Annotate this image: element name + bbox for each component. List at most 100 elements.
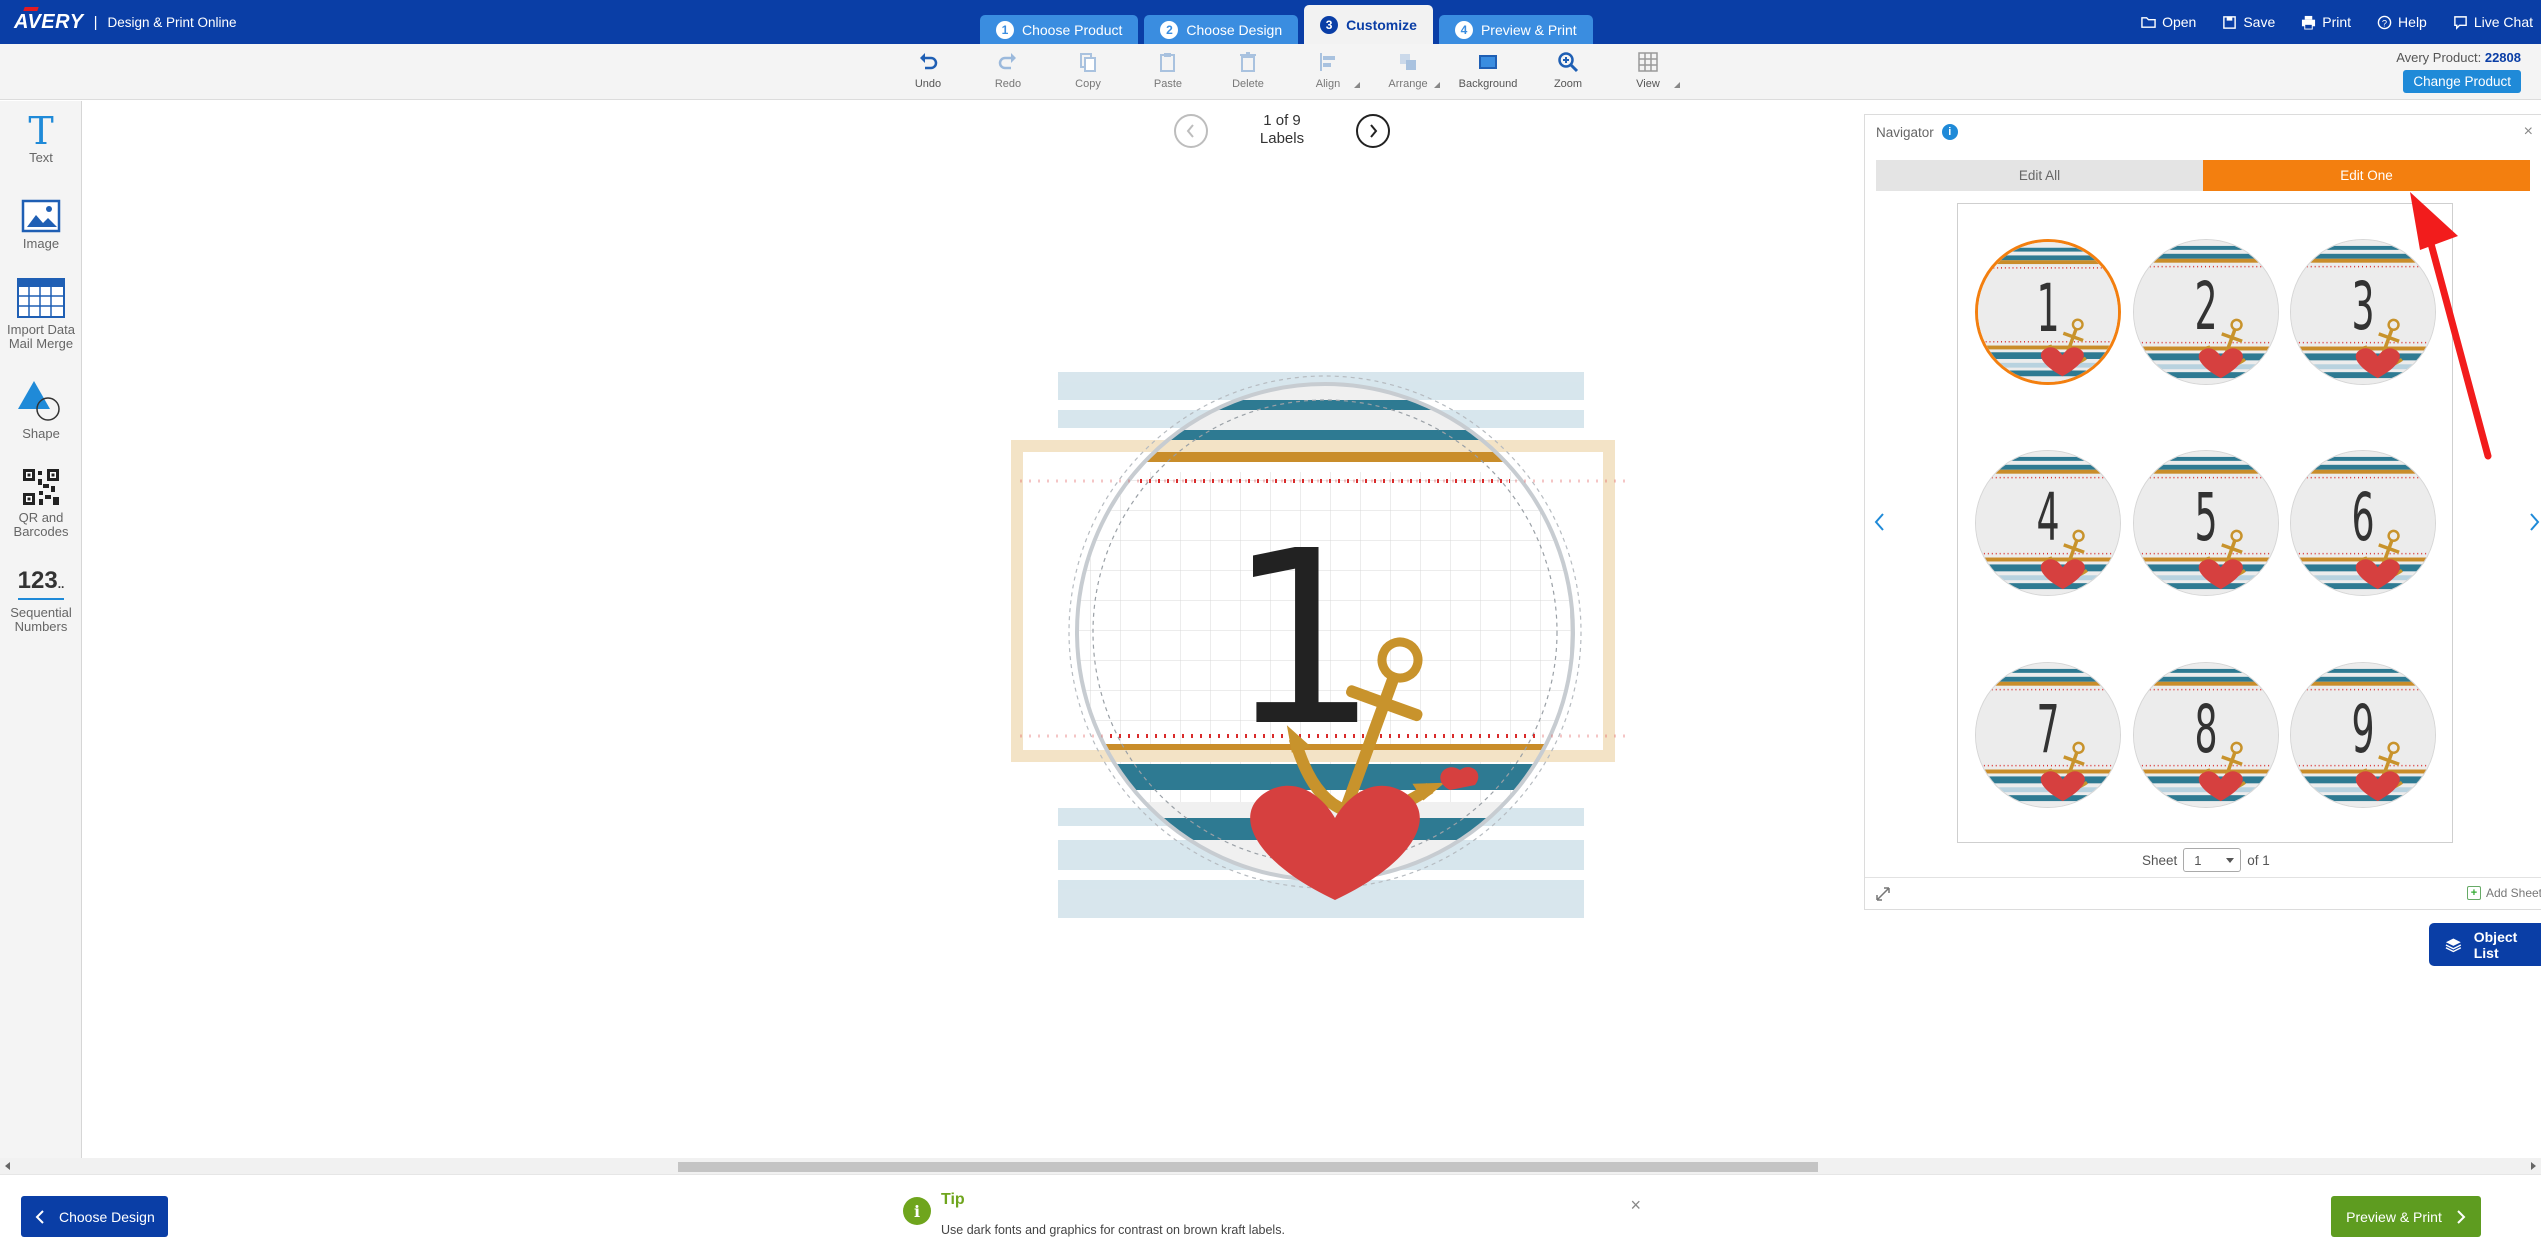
step-label: Customize (1346, 16, 1417, 33)
label-thumbnail[interactable]: 1 (1975, 239, 2121, 385)
object-list-button[interactable]: Object List (2429, 923, 2541, 966)
text-tool[interactable]: T Text (0, 113, 82, 165)
info-icon[interactable]: i (1941, 124, 1958, 140)
qr-label-1: QR and (18, 510, 64, 525)
scroll-right-icon[interactable] (2531, 1162, 2536, 1170)
label-thumbnail[interactable]: 5 (2133, 450, 2279, 596)
tab-edit-all[interactable]: Edit All (1876, 160, 2203, 191)
tab-customize[interactable]: 3 Customize (1304, 5, 1433, 44)
add-sheet-button[interactable]: + Add Sheet (2466, 886, 2541, 900)
dropdown-corner-icon (1434, 82, 1440, 88)
sheet-select[interactable]: 1 (2183, 848, 2242, 872)
preview-label: Preview & Print (2346, 1208, 2442, 1225)
label-thumbnail[interactable]: 6 (2290, 450, 2436, 596)
thumbnail-number: 4 (2036, 479, 2060, 556)
thumbnail-number: 2 (2194, 268, 2218, 345)
open-button[interactable]: Open (2141, 14, 2196, 30)
view-button[interactable]: View (1608, 50, 1688, 90)
thumbnail-number: 9 (2351, 691, 2375, 768)
label-canvas[interactable]: 1 (1000, 360, 1650, 920)
copy-icon (1080, 53, 1096, 72)
redo-icon (998, 53, 1016, 70)
label-thumbnail[interactable]: 8 (2133, 662, 2279, 808)
background-icon (1479, 55, 1497, 69)
help-button[interactable]: ? Help (2377, 14, 2427, 30)
open-label: Open (2162, 14, 2197, 30)
close-icon[interactable]: × (2524, 123, 2533, 141)
avery-logo[interactable]: AVERY | Design & Print Online (14, 7, 237, 34)
undo-button[interactable]: Undo (888, 50, 968, 90)
close-icon[interactable]: × (1630, 1195, 1641, 1216)
product-number: 22808 (2484, 50, 2521, 65)
label-thumbnail[interactable]: 7 (1975, 662, 2121, 808)
tab-choose-design[interactable]: 2 Choose Design (1144, 15, 1299, 44)
label-design[interactable]: 1 (1000, 360, 1650, 920)
thumbnail-number: 5 (2194, 479, 2218, 556)
align-label: Align (1315, 78, 1341, 90)
step-label: Choose Product (1022, 21, 1123, 38)
label-number-text[interactable]: 1 (1227, 499, 1380, 779)
product-line: Avery Product: 22808 (2396, 50, 2521, 65)
step-number: 4 (1454, 20, 1473, 39)
choose-design-button[interactable]: Choose Design (21, 1196, 168, 1237)
import-label-1: Import Data (7, 322, 75, 337)
copy-button[interactable]: Copy (1048, 50, 1128, 90)
tab-preview-print[interactable]: 4 Preview & Print (1438, 15, 1593, 44)
print-button[interactable]: Print (2301, 14, 2351, 30)
label-thumbnail[interactable]: 2 (2133, 239, 2279, 385)
redo-button[interactable]: Redo (968, 50, 1048, 90)
paste-button[interactable]: Paste (1128, 50, 1208, 90)
next-label-button[interactable] (1356, 114, 1390, 148)
align-button[interactable]: Align (1288, 50, 1368, 90)
printer-icon (2302, 15, 2316, 30)
chat-icon (2454, 15, 2467, 30)
image-tool[interactable]: Image (0, 199, 82, 251)
horizontal-scrollbar[interactable] (0, 1158, 2541, 1174)
thumbnail-number: 1 (2036, 270, 2060, 347)
chevron-right-icon (1370, 124, 1378, 138)
arrange-button[interactable]: Arrange (1368, 50, 1448, 90)
sequential-glyph: 123 (17, 567, 58, 594)
previous-label-button[interactable] (1174, 114, 1208, 148)
step-number: 3 (1320, 15, 1339, 34)
import-data-tool[interactable]: Import Data Mail Merge (0, 277, 82, 351)
label-thumbnail[interactable]: 9 (2290, 662, 2436, 808)
tip-text: Use dark fonts and graphics for contrast… (941, 1223, 1285, 1237)
seq-label-1: Sequential (10, 605, 72, 620)
label-thumbnail[interactable]: 4 (1975, 450, 2121, 596)
top-actions: Open Save Print ? Help Live Chat (2141, 0, 2533, 44)
text-icon: T (28, 113, 53, 147)
arrange-icon (1400, 54, 1416, 70)
live-chat-button[interactable]: Live Chat (2453, 14, 2533, 30)
shape-tool-label: Shape (22, 426, 60, 441)
change-product-button[interactable]: Change Product (2403, 70, 2521, 93)
delete-button[interactable]: Delete (1208, 50, 1288, 90)
align-icon (1320, 53, 1335, 71)
shape-tool[interactable]: Shape (0, 379, 82, 441)
back-label: Choose Design (59, 1208, 155, 1225)
qr-code-icon (23, 469, 59, 505)
object-list-label: Object List (2473, 928, 2518, 961)
chevron-left-icon[interactable] (1873, 512, 1885, 538)
chevron-right-icon[interactable] (2529, 512, 2541, 538)
preview-print-button[interactable]: Preview & Print (2331, 1196, 2481, 1237)
navigator-header: Navigator i (1865, 115, 2541, 149)
scroll-left-icon[interactable] (5, 1162, 10, 1170)
expand-icon[interactable] (1875, 886, 1891, 907)
background-button[interactable]: Background (1448, 50, 1528, 90)
chevron-right-icon (2457, 1209, 2466, 1224)
image-tool-label: Image (22, 236, 60, 251)
text-tool-label: Text (29, 150, 53, 165)
save-button[interactable]: Save (2222, 14, 2275, 30)
add-icon: + (2466, 886, 2481, 900)
layers-icon (2445, 937, 2462, 952)
info-icon: i (903, 1197, 931, 1225)
scrollbar-thumb[interactable] (678, 1162, 1818, 1172)
zoom-button[interactable]: Zoom (1528, 50, 1608, 90)
tab-choose-product[interactable]: 1 Choose Product (980, 15, 1139, 44)
sequential-numbers-tool[interactable]: 123.. Sequential Numbers (0, 567, 82, 634)
save-label: Save (2243, 14, 2276, 30)
edit-toolbar: Undo Redo Copy Paste Delete Align Arrang… (0, 44, 2541, 100)
step-number: 1 (996, 20, 1014, 39)
qr-barcodes-tool[interactable]: QR and Barcodes (0, 467, 82, 539)
